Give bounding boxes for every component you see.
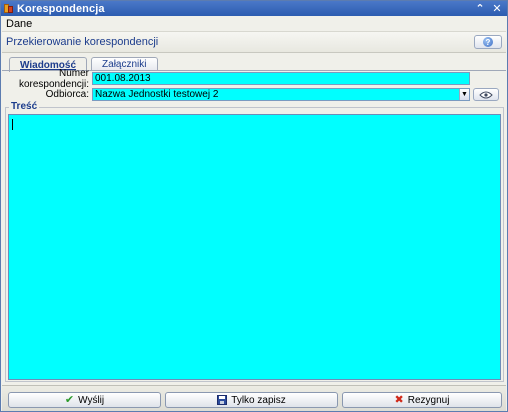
menu-bar: Dane (2, 17, 506, 31)
section-header: Przekierowanie korespondencji ? (2, 31, 506, 53)
preview-button[interactable] (473, 88, 499, 101)
content-legend: Treść (9, 101, 40, 112)
number-row: Numer korespondencji: 001.08.2013 (4, 68, 470, 90)
menu-item-dane[interactable]: Dane (2, 18, 36, 30)
close-icon[interactable]: ✕ (490, 2, 504, 15)
save-only-button[interactable]: Tylko zapisz (165, 392, 338, 408)
number-value: 001.08.2013 (95, 73, 151, 84)
window-title: Korespondencja (17, 2, 105, 15)
app-icon (4, 3, 13, 14)
tab-attachments-label: Załączniki (102, 59, 147, 70)
recipient-label: Odbiorca: (45, 89, 89, 100)
page-title: Przekierowanie korespondencji (6, 36, 159, 48)
floppy-icon (217, 395, 228, 405)
number-label: Numer korespondencji: (18, 67, 89, 90)
save-only-label: Tylko zapisz (231, 394, 286, 406)
chevron-down-icon[interactable]: ▼ (459, 89, 469, 100)
footer-bar: ✔ Wyślij Tylko zapisz ✖ Rezygnuj (2, 385, 506, 411)
content-textarea[interactable] (8, 114, 501, 380)
text-cursor (12, 119, 13, 130)
check-icon: ✔ (64, 393, 75, 406)
recipient-row: Odbiorca: Nazwa Jednostki testowej 2 ▼ (4, 88, 499, 101)
eye-icon (479, 91, 493, 98)
recipient-value: Nazwa Jednostki testowej 2 (95, 89, 219, 100)
title-bar[interactable]: Korespondencja ⌃ ✕ (1, 1, 507, 16)
help-button[interactable]: ? (474, 35, 502, 49)
help-icon: ? (483, 37, 493, 47)
send-label: Wyślij (78, 394, 105, 406)
correspondence-window: Korespondencja ⌃ ✕ Dane Przekierowanie k… (0, 0, 508, 412)
number-field[interactable]: 001.08.2013 (92, 72, 470, 85)
tab-attachments[interactable]: Załączniki (91, 57, 158, 71)
cancel-button[interactable]: ✖ Rezygnuj (342, 392, 502, 408)
cross-icon: ✖ (394, 393, 404, 406)
cancel-label: Rezygnuj (407, 394, 450, 406)
send-button[interactable]: ✔ Wyślij (8, 392, 161, 408)
collapse-icon[interactable]: ⌃ (473, 2, 487, 15)
recipient-select[interactable]: Nazwa Jednostki testowej 2 ▼ (92, 88, 470, 101)
